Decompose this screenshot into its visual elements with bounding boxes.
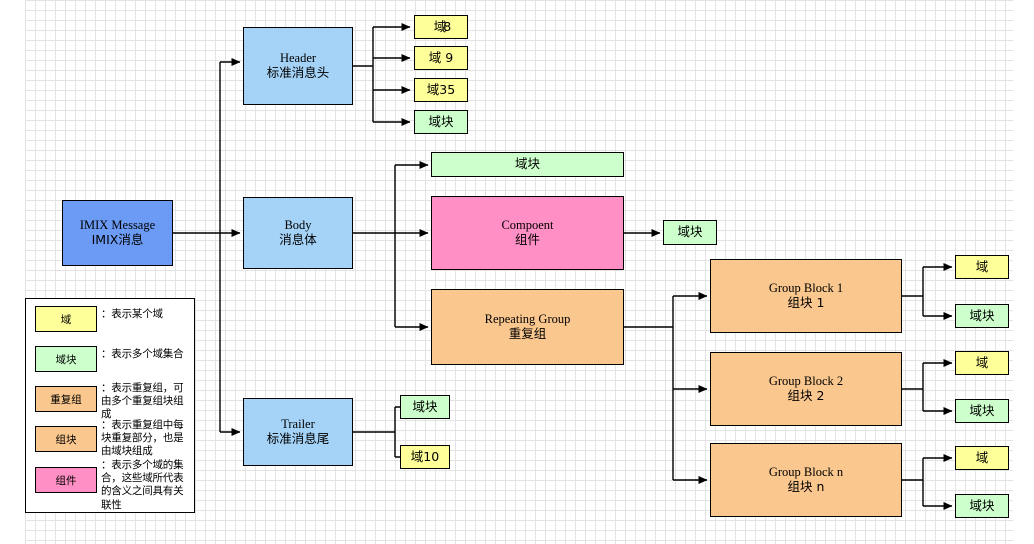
legend-swatch-label: 组件: [55, 474, 77, 487]
node-group-block-2-field[interactable]: 域: [955, 351, 1009, 375]
node-label-en: Group Block n: [768, 465, 844, 480]
node-label: 域 9: [428, 49, 454, 65]
node-group-block-1[interactable]: Group Block 1 组块 1: [710, 259, 902, 333]
node-label: 域: [975, 449, 989, 465]
node-group-block-1-field[interactable]: 域: [955, 255, 1009, 279]
node-header[interactable]: Header 标准消息头: [243, 27, 353, 105]
node-component[interactable]: Compoent 组件: [431, 196, 624, 270]
diagram-canvas: IMIX Message IMIX消息 Header 标准消息头 Body 消息…: [0, 0, 1034, 544]
node-label: 域: [975, 258, 989, 274]
node-label-en: Group Block 1: [768, 281, 844, 296]
legend-text-repeating-group: ：表示重复组，可由多个重复组块组成: [101, 382, 184, 421]
node-label: 域35: [426, 81, 456, 97]
node-group-block-2-field-block[interactable]: 域块: [955, 399, 1009, 423]
node-label-zh: 组块 n: [787, 479, 825, 494]
node-label: 域块: [969, 497, 995, 513]
node-trailer-field-block[interactable]: 域块: [400, 395, 450, 419]
node-label-zh: 组块 1: [787, 295, 825, 310]
node-label-zh: 标准消息尾: [266, 431, 330, 446]
node-label-en: Body: [284, 218, 312, 233]
legend-swatch-label: 域块: [55, 353, 77, 366]
node-label-en: IMIX Message: [79, 218, 156, 233]
node-imix-message[interactable]: IMIX Message IMIX消息: [62, 200, 173, 266]
legend-text-component: ：表示多个域的集合，这些域所代表的含义之间具有关联性: [101, 459, 184, 511]
node-body-field-block[interactable]: 域块: [431, 152, 624, 177]
node-label-en: Header: [279, 51, 317, 66]
node-label: 域块: [969, 307, 995, 323]
node-label: 域8: [433, 18, 452, 34]
legend-swatch-label: 重复组: [50, 393, 82, 406]
node-label: 域块: [412, 398, 438, 414]
node-label-zh: 组块 2: [787, 388, 825, 403]
node-label-zh: IMIX消息: [91, 232, 144, 247]
legend-swatch-repeating-group: 重复组: [35, 386, 97, 412]
node-repeating-group[interactable]: Repeating Group 重复组: [431, 289, 624, 365]
node-component-field-block[interactable]: 域块: [663, 220, 717, 245]
legend-text-field-block: ：表示多个域集合: [101, 348, 184, 360]
node-label-zh: 消息体: [279, 232, 317, 247]
legend-text-field: ：表示某个域: [101, 308, 163, 320]
node-label: 域块: [969, 402, 995, 418]
legend-swatch-field: 域: [35, 306, 97, 332]
node-label-en: Compoent: [501, 218, 554, 233]
node-header-field-block[interactable]: 域块: [414, 110, 468, 134]
legend-swatch-field-block: 域块: [35, 346, 97, 372]
node-label-en: Repeating Group: [484, 312, 571, 327]
legend-swatch-label: 组块: [55, 433, 77, 446]
node-label: 域10: [410, 448, 440, 464]
legend-swatch-label: 域: [60, 313, 72, 326]
node-label-en: Group Block 2: [768, 374, 844, 389]
node-label: 域: [975, 354, 989, 370]
node-label: 域块: [428, 113, 454, 129]
legend-panel: 域 ：表示某个域 域块 ：表示多个域集合 重复组 ：表示重复组，可由多个重复组块…: [25, 298, 195, 513]
legend-swatch-group-block: 组块: [35, 426, 97, 452]
node-header-field-1[interactable]: 域8: [414, 15, 468, 39]
node-label: 域块: [514, 156, 540, 172]
node-label-en: Trailer: [281, 417, 315, 432]
node-label-zh: 重复组: [508, 326, 547, 341]
node-label-zh: 组件: [514, 232, 540, 247]
node-group-block-2[interactable]: Group Block 2 组块 2: [710, 352, 902, 426]
node-body[interactable]: Body 消息体: [243, 197, 353, 269]
node-trailer-field-10[interactable]: 域10: [400, 445, 450, 469]
node-group-block-1-field-block[interactable]: 域块: [955, 304, 1009, 328]
node-group-block-n-field[interactable]: 域: [955, 446, 1009, 470]
node-label: 域块: [677, 224, 703, 240]
legend-swatch-component: 组件: [35, 467, 97, 493]
node-group-block-n-field-block[interactable]: 域块: [955, 494, 1009, 518]
node-trailer[interactable]: Trailer 标准消息尾: [243, 398, 353, 466]
node-header-field-3[interactable]: 域35: [414, 78, 468, 102]
node-group-block-n[interactable]: Group Block n 组块 n: [710, 443, 902, 517]
legend-text-group-block: ：表示重复组中每块重复部分，也是由域块组成: [101, 419, 184, 458]
node-header-field-2[interactable]: 域 9: [414, 46, 468, 70]
node-label-zh: 标准消息头: [266, 65, 330, 80]
